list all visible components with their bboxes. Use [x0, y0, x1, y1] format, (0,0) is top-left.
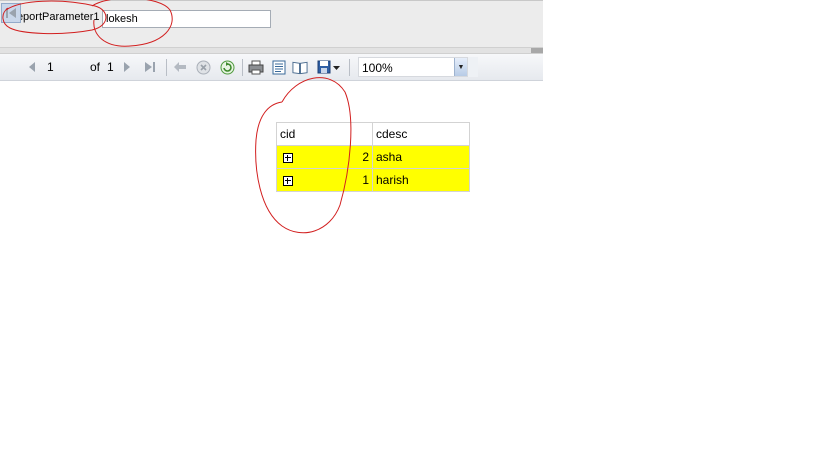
- zoom-select[interactable]: 100% ▼: [358, 57, 468, 77]
- cid-value: 2: [362, 150, 369, 164]
- stop-icon[interactable]: [195, 59, 211, 75]
- parameter-label: ReportParameter1: [9, 11, 100, 23]
- splitter-grip[interactable]: [531, 48, 543, 53]
- table-header-row: cid cdesc: [276, 122, 470, 146]
- page-of-label: of: [90, 60, 101, 74]
- table-row: 2 asha: [276, 145, 470, 169]
- parameter-input[interactable]: [102, 10, 271, 28]
- table-row: 1 harish: [276, 168, 470, 192]
- export-dropdown-icon[interactable]: [331, 60, 341, 76]
- expand-plus-icon[interactable]: [283, 152, 293, 163]
- cdesc-cell: harish: [372, 168, 470, 192]
- parameter-area: ReportParameter1: [0, 0, 543, 48]
- last-page-icon[interactable]: [142, 59, 158, 75]
- prev-page-icon[interactable]: [24, 59, 40, 75]
- header-cid: cid: [276, 122, 373, 146]
- cdesc-cell: asha: [372, 145, 470, 169]
- toolbar-separator: [349, 59, 350, 76]
- chevron-down-icon[interactable]: ▼: [454, 58, 467, 76]
- page-total-label: 1: [107, 60, 114, 74]
- page-number-input[interactable]: [44, 58, 90, 76]
- expand-plus-icon[interactable]: [283, 175, 293, 186]
- toolbar-separator: [242, 59, 243, 76]
- first-page-icon[interactable]: [1, 3, 21, 23]
- report-table: cid cdesc 2 asha 1 harish: [276, 122, 470, 192]
- next-page-icon[interactable]: [119, 59, 135, 75]
- toolbar-separator: [166, 59, 167, 76]
- toolbar-tail: [468, 57, 478, 77]
- refresh-icon[interactable]: [219, 59, 235, 75]
- parameter-splitter[interactable]: [0, 47, 543, 54]
- page-setup-icon[interactable]: [292, 59, 308, 75]
- cid-cell: 2: [276, 145, 373, 169]
- export-icon[interactable]: [316, 59, 332, 75]
- print-icon[interactable]: [248, 59, 264, 75]
- zoom-value: 100%: [362, 61, 393, 75]
- print-layout-icon[interactable]: [271, 59, 287, 75]
- header-cdesc: cdesc: [372, 122, 470, 146]
- cid-cell: 1: [276, 168, 373, 192]
- cid-value: 1: [362, 173, 369, 187]
- back-icon[interactable]: [172, 59, 188, 75]
